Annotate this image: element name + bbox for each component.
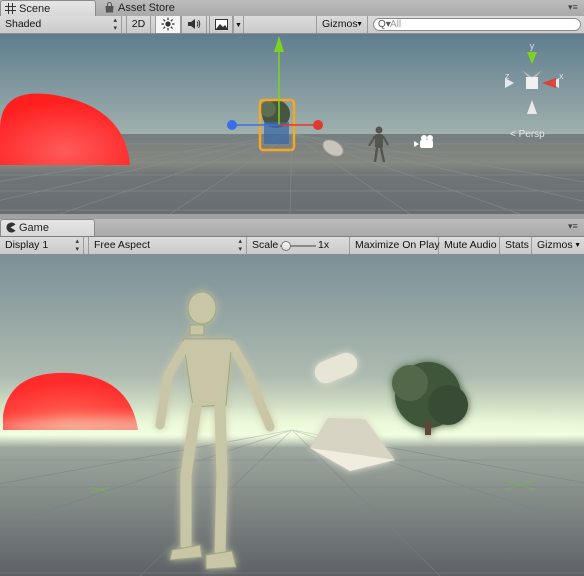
display-value: Display 1 bbox=[5, 239, 49, 251]
mode-2d-button[interactable]: 2D bbox=[126, 16, 151, 33]
sun-icon bbox=[161, 17, 175, 31]
maximize-on-play-toggle[interactable]: Maximize On Play bbox=[350, 237, 440, 254]
scale-control: Scale 1x bbox=[247, 237, 350, 254]
gizmos-dropdown[interactable]: Gizmos ▼ bbox=[316, 16, 368, 33]
gizmo-axis-y-label: y bbox=[530, 41, 535, 51]
effects-dropdown-arrow[interactable]: ▼ bbox=[233, 16, 244, 33]
gizmos-label: Gizmos bbox=[322, 18, 358, 30]
image-icon bbox=[214, 19, 228, 30]
dropdown-arrows-icon: ▴ ▾ bbox=[75, 238, 79, 253]
search-placeholder: All bbox=[390, 19, 402, 30]
aspect-value: Free Aspect bbox=[94, 239, 151, 251]
scene-toolbar: Shaded ▴ ▾ 2D ▼ Gizmos ▼ Q▾ All bbox=[0, 16, 584, 34]
chevron-down-icon: ▼ bbox=[356, 21, 363, 28]
dropdown-arrows-icon: ▴ ▾ bbox=[113, 17, 117, 32]
display-dropdown[interactable]: Display 1 ▴ ▾ bbox=[0, 237, 84, 254]
stats-label: Stats bbox=[505, 239, 529, 251]
scale-slider[interactable] bbox=[280, 241, 316, 251]
persp-label[interactable]: < Persp bbox=[510, 129, 545, 140]
mute-audio-label: Mute Audio bbox=[444, 239, 497, 251]
mode-2d-label: 2D bbox=[131, 18, 146, 30]
scene-view[interactable]: y x z < Persp bbox=[0, 34, 584, 214]
tab-asset-store[interactable]: Asset Store bbox=[100, 0, 200, 16]
game-gizmos-dropdown[interactable]: Gizmos ▼ bbox=[532, 237, 584, 254]
horizon-glow bbox=[0, 415, 584, 439]
aspect-dropdown[interactable]: Free Aspect ▴ ▾ bbox=[88, 237, 247, 254]
game-view[interactable] bbox=[0, 255, 584, 576]
game-gizmos-label: Gizmos bbox=[537, 239, 573, 251]
stats-toggle[interactable]: Stats bbox=[500, 237, 532, 254]
chevron-down-icon: ▼ bbox=[574, 242, 581, 249]
gizmo-axis-z-label: z bbox=[505, 71, 510, 81]
scale-label: Scale bbox=[252, 239, 279, 251]
speaker-icon bbox=[188, 19, 201, 29]
mute-audio-toggle[interactable]: Mute Audio bbox=[439, 237, 500, 254]
draw-mode-dropdown[interactable]: Shaded ▴ ▾ bbox=[0, 16, 122, 33]
scene-tab-bar: Scene Asset Store ▾≡ bbox=[0, 0, 584, 17]
scene-lighting-toggle[interactable] bbox=[155, 16, 181, 33]
scene-effects-toggle[interactable] bbox=[209, 16, 233, 33]
window-menu-icon[interactable]: ▾≡ bbox=[568, 2, 582, 14]
persp-label-text: Persp bbox=[519, 129, 546, 140]
tab-scene-label: Scene bbox=[19, 3, 51, 15]
scene-search-input[interactable]: Q▾ All bbox=[373, 18, 581, 31]
tab-scene[interactable]: Scene bbox=[0, 0, 96, 16]
chevron-down-icon: ▼ bbox=[235, 22, 242, 29]
dropdown-arrows-icon: ▴ ▾ bbox=[238, 238, 242, 253]
maximize-on-play-label: Maximize On Play bbox=[355, 239, 440, 251]
shopping-bag-icon bbox=[105, 2, 114, 13]
grid-icon bbox=[5, 3, 16, 14]
tab-game[interactable]: Game bbox=[0, 219, 95, 236]
tab-asset-store-label: Asset Store bbox=[118, 2, 175, 14]
search-icon: Q▾ bbox=[378, 19, 391, 30]
scale-value: 1x bbox=[318, 239, 330, 251]
pacman-icon bbox=[6, 222, 16, 233]
window-menu-icon[interactable]: ▾≡ bbox=[568, 221, 582, 233]
scene-audio-toggle[interactable] bbox=[181, 16, 207, 33]
game-tab-bar: Game ▾≡ bbox=[0, 219, 584, 237]
draw-mode-value: Shaded bbox=[5, 18, 42, 30]
game-toolbar: Display 1 ▴ ▾ Free Aspect ▴ ▾ Scale 1x Max… bbox=[0, 237, 584, 255]
tab-game-label: Game bbox=[19, 222, 49, 234]
gizmo-axis-x-label: x bbox=[559, 71, 564, 81]
scale-slider-thumb[interactable] bbox=[281, 241, 291, 251]
